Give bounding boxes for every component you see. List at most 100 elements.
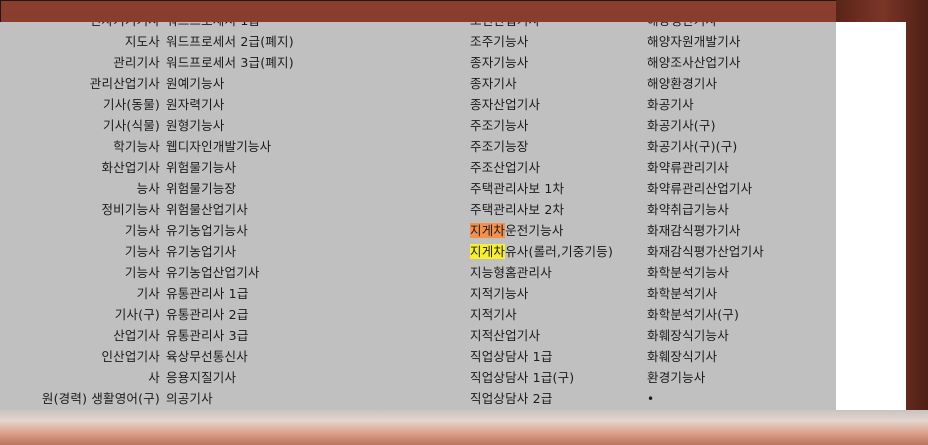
list-item-label: 위험물산업기사 [166, 202, 248, 217]
list-item[interactable]: 전자기기기사 [0, 22, 160, 31]
list-item-label: 유통관리사 1급 [166, 286, 249, 301]
list-item-label: 관리산업기사 [89, 76, 160, 91]
list-item[interactable]: 화학분석기능사 [647, 262, 764, 283]
list-item[interactable]: 기능사 [0, 220, 160, 241]
list-item[interactable]: 위험물기능장 [166, 178, 294, 199]
list-item[interactable]: 화훼장식기사 [647, 346, 764, 367]
list-item[interactable]: 화훼장식기능사 [647, 325, 764, 346]
list-item[interactable]: 화약류관리기사 [647, 157, 764, 178]
list-item[interactable]: 유기농업산업기사 [166, 262, 294, 283]
list-item[interactable]: 지적산업기사 [470, 325, 613, 346]
list-item-label: 관리기사 [113, 55, 160, 70]
list-item[interactable]: 조선산업기사 [470, 22, 613, 31]
list-item[interactable]: 해양환경기사 [647, 73, 764, 94]
list-item[interactable]: 조주기능사 [470, 31, 613, 52]
search-highlight: 지게차 [470, 223, 506, 238]
list-item[interactable]: 주조기능사 [470, 115, 613, 136]
list-item-label: 의공기사 [166, 391, 213, 406]
list-item-label: 기사(동물) [103, 97, 160, 112]
list-item[interactable]: 워드프로세서 1급 [166, 22, 294, 31]
list-item-label: 주택관리사보 1차 [470, 181, 565, 196]
list-item[interactable]: 화약류관리산업기사 [647, 178, 764, 199]
list-item-label: 화공기사 [647, 97, 694, 112]
list-item[interactable]: 화학분석기사 [647, 283, 764, 304]
list-item[interactable]: 기사(식물) [0, 115, 160, 136]
list-item[interactable]: 화공기사(구) [647, 115, 764, 136]
list-item-label: 직업상담사 2급 [470, 391, 553, 406]
list-item[interactable]: 위험물산업기사 [166, 199, 294, 220]
list-item[interactable]: 응용지질기사 [166, 367, 294, 388]
list-item[interactable]: 환경기능사 [647, 367, 764, 388]
list-item-label: 지적기사 [470, 307, 517, 322]
list-item-label: 화약류관리산업기사 [647, 181, 753, 196]
list-item[interactable]: 주조기능장 [470, 136, 613, 157]
list-item[interactable]: 의공기사 [166, 388, 294, 409]
list-item-label: 지도사 [124, 34, 160, 49]
list-item[interactable]: 위험물기능사 [166, 157, 294, 178]
list-item[interactable]: 사 [0, 367, 160, 388]
list-item-label: 직업상담사 1급 [470, 349, 553, 364]
list-item[interactable]: 기사(구) [0, 304, 160, 325]
list-item[interactable]: 유통관리사 2급 [166, 304, 294, 325]
list-item[interactable]: 화공기사(구)(구) [647, 136, 764, 157]
list-item[interactable]: 정비기능사 [0, 199, 160, 220]
list-item[interactable]: 원예기능사 [166, 73, 294, 94]
list-item-label: 기능사 [124, 244, 160, 259]
list-item[interactable]: 종자산업기사 [470, 94, 613, 115]
list-item[interactable]: 종자기사 [470, 73, 613, 94]
list-item[interactable]: 원(경력) 생활영어(구) [0, 388, 160, 409]
list-item[interactable]: 해양조사산업기사 [647, 52, 764, 73]
list-item[interactable]: 관리산업기사 [0, 73, 160, 94]
list-item[interactable]: 원자력기사 [166, 94, 294, 115]
list-item[interactable]: 유기농업기능사 [166, 220, 294, 241]
list-item-label: 지적산업기사 [470, 328, 541, 343]
list-item[interactable]: 지게차운전기능사 [470, 220, 613, 241]
list-item[interactable]: 지적기능사 [470, 283, 613, 304]
list-item-label: 화재감식평가산업기사 [647, 244, 765, 259]
list-item-label: 인산업기사 [101, 349, 160, 364]
list-item[interactable]: 주조산업기사 [470, 157, 613, 178]
list-item[interactable]: 화재감식평가기사 [647, 220, 764, 241]
list-item-label: 능사 [136, 181, 160, 196]
list-item[interactable]: 유기농업기사 [166, 241, 294, 262]
list-item[interactable]: 화산업기사 [0, 157, 160, 178]
list-item[interactable]: 화학분석기사(구) [647, 304, 764, 325]
list-item[interactable]: 지도사 [0, 31, 160, 52]
list-item[interactable]: 주택관리사보 1차 [470, 178, 613, 199]
list-item[interactable]: 지능형홈관리사 [470, 262, 613, 283]
list-item[interactable]: 웹디자인개발기능사 [166, 136, 294, 157]
list-item[interactable]: 지적기사 [470, 304, 613, 325]
list-item[interactable]: 원형기능사 [166, 115, 294, 136]
list-item[interactable]: 관리기사 [0, 52, 160, 73]
list-item[interactable]: 유통관리사 3급 [166, 325, 294, 346]
list-item-label: 해양조사산업기사 [647, 55, 741, 70]
list-item[interactable]: • [647, 388, 764, 409]
list-item[interactable]: 육상무선통신사 [166, 346, 294, 367]
list-item[interactable]: 해양자원개발기사 [647, 31, 764, 52]
list-item[interactable]: 기사 [0, 283, 160, 304]
list-item[interactable]: 화재감식평가산업기사 [647, 241, 764, 262]
list-item[interactable]: 워드프로세서 3급(폐지) [166, 52, 294, 73]
list-item[interactable]: 기사(동물) [0, 94, 160, 115]
list-item-label: 응용지질기사 [166, 370, 237, 385]
list-item[interactable]: 기능사 [0, 262, 160, 283]
list-item[interactable]: 화공기사 [647, 94, 764, 115]
list-item-label: 기사 [136, 286, 160, 301]
list-item[interactable]: 능사 [0, 178, 160, 199]
list-item[interactable]: 직업상담사 1급(구) [470, 367, 613, 388]
list-item[interactable]: 직업상담사 1급 [470, 346, 613, 367]
list-item[interactable]: 지게차유사(롤러,기중기등) [470, 241, 613, 262]
list-item[interactable]: 인산업기사 [0, 346, 160, 367]
list-item[interactable]: 직업상담사 2급 [470, 388, 613, 409]
list-item[interactable]: 기능사 [0, 241, 160, 262]
list-item[interactable]: 화약취급기능사 [647, 199, 764, 220]
list-item[interactable]: 종자기능사 [470, 52, 613, 73]
list-item[interactable]: 유통관리사 1급 [166, 283, 294, 304]
list-item[interactable]: 워드프로세서 2급(폐지) [166, 31, 294, 52]
list-column-2: 워드프로세서 1급워드프로세서 2급(폐지) 워드프로세서 3급(폐지) 원예기능사… [166, 22, 294, 409]
list-item[interactable]: 학기능사 [0, 136, 160, 157]
list-item-label: 화학분석기사(구) [647, 307, 740, 322]
list-item[interactable]: 산업기사 [0, 325, 160, 346]
list-item[interactable]: 주택관리사보 2차 [470, 199, 613, 220]
list-item[interactable]: 해양생산기사 [647, 22, 764, 31]
